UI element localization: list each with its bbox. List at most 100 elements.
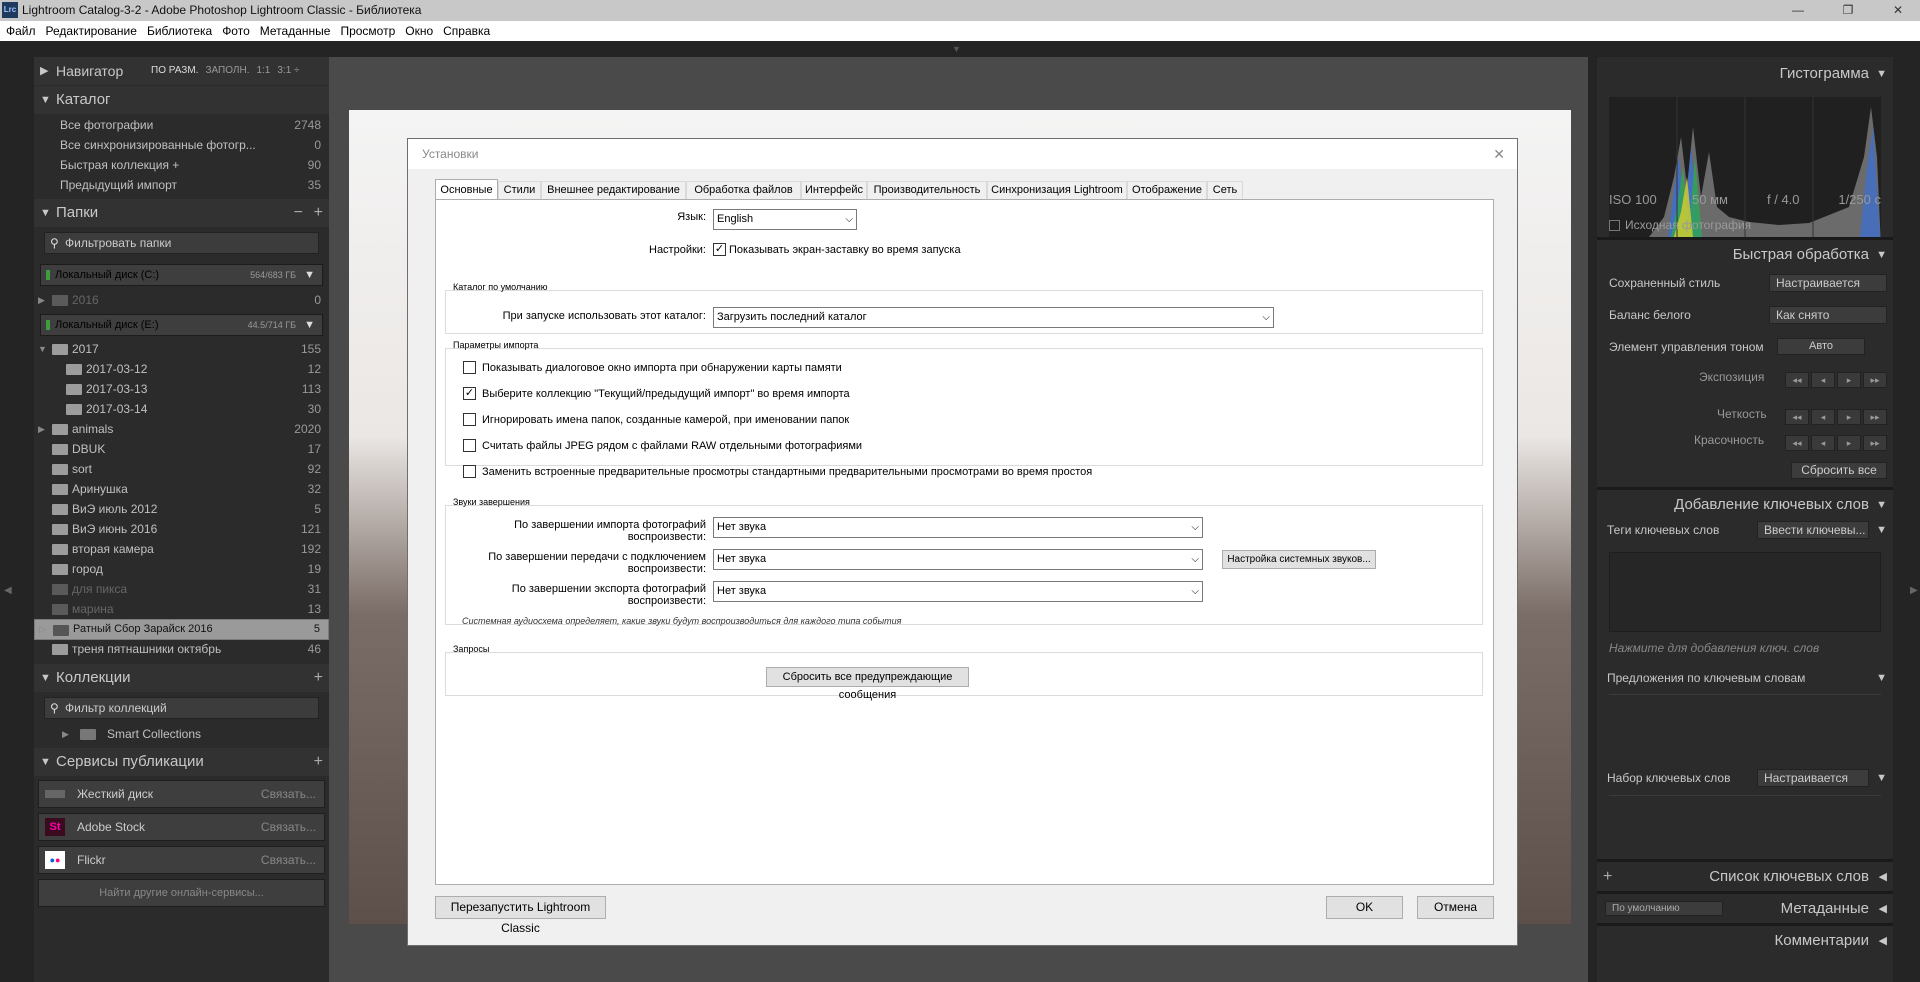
collections-header[interactable]: ▼ Коллекции +	[34, 664, 329, 692]
smart-collections-row[interactable]: ▶ Smart Collections	[34, 724, 329, 744]
import-option-checkbox[interactable]: ✓	[463, 387, 476, 400]
minimize-button[interactable]: —	[1776, 0, 1820, 21]
drive-e[interactable]: Локальный диск (E:) 44.5/714 ГБ ▼	[40, 314, 323, 336]
quick-develop-header[interactable]: Быстрая обработка ▼	[1597, 237, 1893, 267]
vibrance-plus-icon[interactable]: ▸	[1837, 435, 1861, 451]
dropdown-icon[interactable]: ▼	[304, 315, 315, 335]
exposure-plus-large-icon[interactable]: ▸▸	[1863, 372, 1887, 388]
dialog-close-button[interactable]: ✕	[1493, 139, 1505, 169]
folder-row[interactable]: DBUK 17	[34, 439, 329, 459]
publish-flickr[interactable]: ●● Flickr Связать...	[38, 846, 325, 874]
collection-filter-input[interactable]: ⚲ Фильтр коллекций	[44, 697, 319, 719]
folder-row[interactable]: ▼ 2017 155	[34, 339, 329, 359]
catalog-item[interactable]: Быстрая коллекция + 90	[34, 155, 329, 175]
system-sounds-button[interactable]: Настройка системных звуков...	[1222, 550, 1376, 569]
catalog-startup-select[interactable]: Загрузить последний каталог ⌵	[713, 307, 1274, 328]
folder-row[interactable]: ▶ animals 2020	[34, 419, 329, 439]
white-balance-select[interactable]: Как снято	[1769, 306, 1887, 324]
import-option-checkbox[interactable]	[463, 361, 476, 374]
expand-triangle-icon[interactable]: ▶	[38, 419, 45, 439]
folder-row[interactable]: ▶ 2016 0	[34, 290, 329, 310]
catalog-item[interactable]: Предыдущий импорт 35	[34, 175, 329, 195]
catalog-item[interactable]: Все синхронизированные фотогр... 0	[34, 135, 329, 155]
folder-filter-input[interactable]: ⚲ Фильтровать папки	[44, 232, 319, 254]
folder-row[interactable]: город 19	[34, 559, 329, 579]
folder-row[interactable]: 2017-03-14 30	[34, 399, 329, 419]
tab-interface[interactable]: Интерфейс	[801, 181, 867, 200]
folder-row[interactable]: вторая камера 192	[34, 539, 329, 559]
splash-checkbox[interactable]: ✓	[713, 243, 726, 256]
menu-file[interactable]: Файл	[2, 21, 40, 41]
folder-row-selected[interactable]: ▷ Ратный Сбор Зарайск 2016 5	[34, 619, 329, 640]
tether-sound-select[interactable]: Нет звука ⌵	[713, 549, 1203, 570]
find-services-button[interactable]: Найти другие онлайн-сервисы...	[38, 879, 325, 907]
menu-help[interactable]: Справка	[439, 21, 494, 41]
expand-triangle-icon[interactable]: ▼	[38, 339, 47, 359]
menu-photo[interactable]: Фото	[218, 21, 254, 41]
collapse-triangle-icon[interactable]: ▼	[1876, 519, 1887, 541]
tab-general[interactable]: Основные	[435, 179, 498, 201]
keyword-suggestions-row[interactable]: Предложения по ключевым словам ▼	[1597, 667, 1893, 689]
zoom-3-1[interactable]: 3:1 ÷	[277, 65, 299, 76]
catalog-item[interactable]: Все фотографии 2748	[34, 115, 329, 135]
zoom-1-1[interactable]: 1:1	[256, 65, 270, 76]
clarity-minus-icon[interactable]: ◂	[1811, 409, 1835, 425]
folder-row[interactable]: 2017-03-12 12	[34, 359, 329, 379]
original-photo-checkbox[interactable]	[1609, 220, 1620, 231]
menu-metadata[interactable]: Метаданные	[256, 21, 335, 41]
exposure-plus-icon[interactable]: ▸	[1837, 372, 1861, 388]
import-option-checkbox[interactable]	[463, 439, 476, 452]
publish-setup-link[interactable]: Связать...	[261, 781, 316, 807]
catalog-header[interactable]: ▼ Каталог	[34, 86, 329, 114]
drive-c[interactable]: Локальный диск (C:) 564/683 ГБ ▼	[40, 264, 323, 286]
import-option-checkbox[interactable]	[463, 413, 476, 426]
keyword-add-input[interactable]: Нажмите для добавления ключ. слов	[1597, 637, 1893, 659]
folder-row[interactable]: Аринушка 32	[34, 479, 329, 499]
import-option-checkbox[interactable]	[463, 465, 476, 478]
comments-header[interactable]: Комментарии ◀	[1597, 923, 1893, 953]
ok-button[interactable]: OK	[1326, 896, 1403, 919]
exposure-minus-icon[interactable]: ◂	[1811, 372, 1835, 388]
publish-hard-drive[interactable]: Жесткий диск Связать...	[38, 780, 325, 808]
collapse-triangle-icon[interactable]: ▼	[1876, 767, 1887, 789]
language-select[interactable]: English ⌵	[713, 209, 857, 230]
clarity-plus-large-icon[interactable]: ▸▸	[1863, 409, 1887, 425]
keyword-tags-select[interactable]: Ввести ключевы...	[1757, 521, 1869, 539]
publish-setup-link[interactable]: Связать...	[261, 847, 316, 873]
vibrance-plus-large-icon[interactable]: ▸▸	[1863, 435, 1887, 451]
keywords-textarea[interactable]	[1609, 552, 1881, 632]
folder-row[interactable]: ВиЭ июнь 2016 121	[34, 519, 329, 539]
add-folder-button[interactable]: +	[314, 199, 323, 227]
dropdown-icon[interactable]: ▼	[304, 265, 315, 285]
navigator-header[interactable]: ▶ Навигатор ПО РАЗМ. ЗАПОЛН. 1:1 3:1 ÷	[34, 57, 329, 85]
add-keyword-button[interactable]: +	[1603, 862, 1612, 892]
auto-tone-button[interactable]: Авто	[1777, 338, 1865, 355]
saved-style-select[interactable]: Настраивается	[1769, 274, 1887, 292]
clarity-plus-icon[interactable]: ▸	[1837, 409, 1861, 425]
import-sound-select[interactable]: Нет звука ⌵	[713, 517, 1203, 538]
reset-all-button[interactable]: Сбросить все	[1791, 462, 1887, 479]
top-panel-strip[interactable]: ▼	[0, 41, 1920, 57]
zoom-fill[interactable]: ЗАПОЛН.	[205, 65, 249, 76]
tab-external-editing[interactable]: Внешнее редактирование	[541, 181, 686, 200]
reset-warnings-button[interactable]: Сбросить все предупреждающие сообщения	[766, 667, 969, 701]
menu-edit[interactable]: Редактирование	[42, 21, 141, 41]
cancel-button[interactable]: Отмена	[1417, 896, 1494, 919]
add-collection-button[interactable]: +	[314, 664, 323, 692]
publish-adobe-stock[interactable]: St Adobe Stock Связать...	[38, 813, 325, 841]
close-window-button[interactable]: ✕	[1876, 0, 1920, 21]
exposure-minus-large-icon[interactable]: ◂◂	[1785, 372, 1809, 388]
folders-header[interactable]: ▼ Папки − +	[34, 199, 329, 227]
publish-header[interactable]: ▼ Сервисы публикации +	[34, 748, 329, 776]
left-collapse-icon[interactable]: ◀	[4, 585, 12, 596]
keyword-list-header[interactable]: + Список ключевых слов ◀	[1597, 859, 1893, 889]
clarity-minus-large-icon[interactable]: ◂◂	[1785, 409, 1809, 425]
publish-setup-link[interactable]: Связать...	[261, 814, 316, 840]
folder-row[interactable]: треня пятнашники октябрь 46	[34, 639, 329, 659]
zoom-fit[interactable]: ПО РАЗМ.	[151, 65, 198, 76]
restart-lightroom-button[interactable]: Перезапустить Lightroom Classic	[435, 896, 606, 935]
tab-performance[interactable]: Производительность	[867, 181, 987, 200]
menu-window[interactable]: Окно	[401, 21, 437, 41]
add-publish-service-button[interactable]: +	[314, 748, 323, 776]
tab-lightroom-sync[interactable]: Синхронизация Lightroom	[987, 181, 1127, 200]
